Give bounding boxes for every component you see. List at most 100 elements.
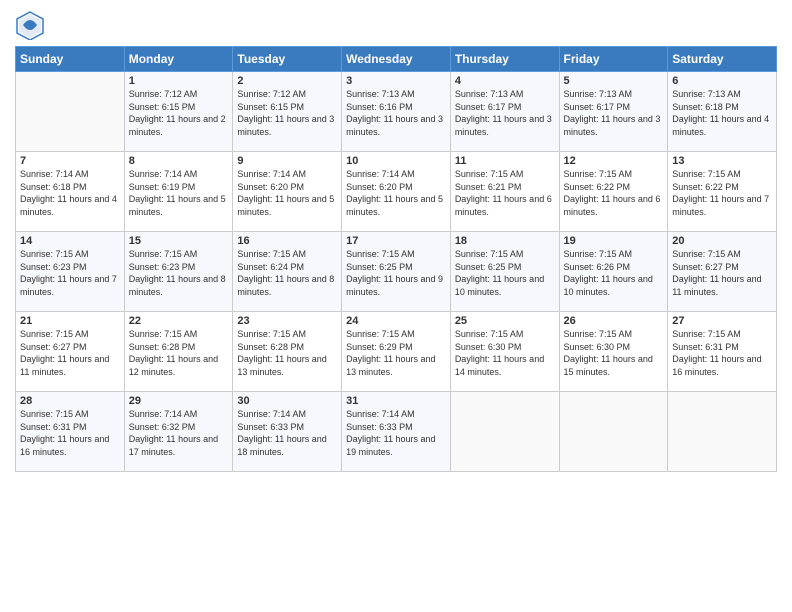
- day-info: Sunrise: 7:14 AMSunset: 6:32 PMDaylight:…: [129, 408, 229, 458]
- calendar-week-row: 21Sunrise: 7:15 AMSunset: 6:27 PMDayligh…: [16, 312, 777, 392]
- calendar-cell: 18Sunrise: 7:15 AMSunset: 6:25 PMDayligh…: [450, 232, 559, 312]
- calendar-cell: 15Sunrise: 7:15 AMSunset: 6:23 PMDayligh…: [124, 232, 233, 312]
- calendar-cell: 1Sunrise: 7:12 AMSunset: 6:15 PMDaylight…: [124, 72, 233, 152]
- day-info: Sunrise: 7:15 AMSunset: 6:28 PMDaylight:…: [129, 328, 229, 378]
- calendar-cell: 16Sunrise: 7:15 AMSunset: 6:24 PMDayligh…: [233, 232, 342, 312]
- day-info: Sunrise: 7:12 AMSunset: 6:15 PMDaylight:…: [237, 88, 337, 138]
- weekday-header: Monday: [124, 47, 233, 72]
- day-number: 10: [346, 155, 446, 167]
- day-info: Sunrise: 7:14 AMSunset: 6:33 PMDaylight:…: [237, 408, 337, 458]
- header: [15, 10, 777, 40]
- day-number: 3: [346, 75, 446, 87]
- day-info: Sunrise: 7:14 AMSunset: 6:20 PMDaylight:…: [237, 168, 337, 218]
- calendar-cell: 20Sunrise: 7:15 AMSunset: 6:27 PMDayligh…: [668, 232, 777, 312]
- weekday-header: Thursday: [450, 47, 559, 72]
- day-info: Sunrise: 7:15 AMSunset: 6:27 PMDaylight:…: [20, 328, 120, 378]
- day-number: 12: [564, 155, 664, 167]
- calendar-table: SundayMondayTuesdayWednesdayThursdayFrid…: [15, 46, 777, 472]
- calendar-body: 1Sunrise: 7:12 AMSunset: 6:15 PMDaylight…: [16, 72, 777, 472]
- day-info: Sunrise: 7:15 AMSunset: 6:22 PMDaylight:…: [672, 168, 772, 218]
- day-info: Sunrise: 7:15 AMSunset: 6:23 PMDaylight:…: [20, 248, 120, 298]
- day-info: Sunrise: 7:14 AMSunset: 6:18 PMDaylight:…: [20, 168, 120, 218]
- calendar-header: SundayMondayTuesdayWednesdayThursdayFrid…: [16, 47, 777, 72]
- weekday-header: Wednesday: [342, 47, 451, 72]
- day-number: 23: [237, 315, 337, 327]
- day-info: Sunrise: 7:13 AMSunset: 6:18 PMDaylight:…: [672, 88, 772, 138]
- day-info: Sunrise: 7:15 AMSunset: 6:31 PMDaylight:…: [20, 408, 120, 458]
- day-info: Sunrise: 7:15 AMSunset: 6:31 PMDaylight:…: [672, 328, 772, 378]
- calendar-week-row: 14Sunrise: 7:15 AMSunset: 6:23 PMDayligh…: [16, 232, 777, 312]
- day-info: Sunrise: 7:15 AMSunset: 6:23 PMDaylight:…: [129, 248, 229, 298]
- day-number: 30: [237, 395, 337, 407]
- calendar-cell: 23Sunrise: 7:15 AMSunset: 6:28 PMDayligh…: [233, 312, 342, 392]
- day-number: 22: [129, 315, 229, 327]
- day-number: 25: [455, 315, 555, 327]
- day-number: 18: [455, 235, 555, 247]
- calendar-cell: 6Sunrise: 7:13 AMSunset: 6:18 PMDaylight…: [668, 72, 777, 152]
- calendar-cell: 3Sunrise: 7:13 AMSunset: 6:16 PMDaylight…: [342, 72, 451, 152]
- day-number: 19: [564, 235, 664, 247]
- day-number: 20: [672, 235, 772, 247]
- calendar-week-row: 7Sunrise: 7:14 AMSunset: 6:18 PMDaylight…: [16, 152, 777, 232]
- day-number: 24: [346, 315, 446, 327]
- day-info: Sunrise: 7:15 AMSunset: 6:22 PMDaylight:…: [564, 168, 664, 218]
- weekday-row: SundayMondayTuesdayWednesdayThursdayFrid…: [16, 47, 777, 72]
- day-info: Sunrise: 7:15 AMSunset: 6:28 PMDaylight:…: [237, 328, 337, 378]
- calendar-cell: 31Sunrise: 7:14 AMSunset: 6:33 PMDayligh…: [342, 392, 451, 472]
- day-info: Sunrise: 7:15 AMSunset: 6:21 PMDaylight:…: [455, 168, 555, 218]
- calendar-cell: 30Sunrise: 7:14 AMSunset: 6:33 PMDayligh…: [233, 392, 342, 472]
- day-number: 1: [129, 75, 229, 87]
- day-info: Sunrise: 7:14 AMSunset: 6:33 PMDaylight:…: [346, 408, 446, 458]
- calendar-cell: [16, 72, 125, 152]
- calendar-cell: 14Sunrise: 7:15 AMSunset: 6:23 PMDayligh…: [16, 232, 125, 312]
- calendar-cell: [668, 392, 777, 472]
- calendar-cell: 9Sunrise: 7:14 AMSunset: 6:20 PMDaylight…: [233, 152, 342, 232]
- day-info: Sunrise: 7:15 AMSunset: 6:25 PMDaylight:…: [346, 248, 446, 298]
- logo: [15, 10, 49, 40]
- day-number: 26: [564, 315, 664, 327]
- day-number: 4: [455, 75, 555, 87]
- day-number: 8: [129, 155, 229, 167]
- day-number: 17: [346, 235, 446, 247]
- day-info: Sunrise: 7:15 AMSunset: 6:27 PMDaylight:…: [672, 248, 772, 298]
- calendar-cell: 24Sunrise: 7:15 AMSunset: 6:29 PMDayligh…: [342, 312, 451, 392]
- calendar-cell: 19Sunrise: 7:15 AMSunset: 6:26 PMDayligh…: [559, 232, 668, 312]
- day-number: 28: [20, 395, 120, 407]
- day-info: Sunrise: 7:13 AMSunset: 6:16 PMDaylight:…: [346, 88, 446, 138]
- day-number: 27: [672, 315, 772, 327]
- day-number: 2: [237, 75, 337, 87]
- calendar-cell: 10Sunrise: 7:14 AMSunset: 6:20 PMDayligh…: [342, 152, 451, 232]
- day-info: Sunrise: 7:13 AMSunset: 6:17 PMDaylight:…: [564, 88, 664, 138]
- day-info: Sunrise: 7:15 AMSunset: 6:30 PMDaylight:…: [564, 328, 664, 378]
- day-number: 14: [20, 235, 120, 247]
- calendar-cell: 11Sunrise: 7:15 AMSunset: 6:21 PMDayligh…: [450, 152, 559, 232]
- calendar-cell: [559, 392, 668, 472]
- calendar-week-row: 1Sunrise: 7:12 AMSunset: 6:15 PMDaylight…: [16, 72, 777, 152]
- day-number: 11: [455, 155, 555, 167]
- day-number: 13: [672, 155, 772, 167]
- day-info: Sunrise: 7:14 AMSunset: 6:20 PMDaylight:…: [346, 168, 446, 218]
- calendar-cell: [450, 392, 559, 472]
- calendar-cell: 21Sunrise: 7:15 AMSunset: 6:27 PMDayligh…: [16, 312, 125, 392]
- day-number: 31: [346, 395, 446, 407]
- logo-icon: [15, 10, 45, 40]
- calendar-cell: 7Sunrise: 7:14 AMSunset: 6:18 PMDaylight…: [16, 152, 125, 232]
- calendar-cell: 26Sunrise: 7:15 AMSunset: 6:30 PMDayligh…: [559, 312, 668, 392]
- day-info: Sunrise: 7:15 AMSunset: 6:30 PMDaylight:…: [455, 328, 555, 378]
- day-info: Sunrise: 7:13 AMSunset: 6:17 PMDaylight:…: [455, 88, 555, 138]
- calendar-cell: 27Sunrise: 7:15 AMSunset: 6:31 PMDayligh…: [668, 312, 777, 392]
- day-info: Sunrise: 7:14 AMSunset: 6:19 PMDaylight:…: [129, 168, 229, 218]
- day-number: 21: [20, 315, 120, 327]
- calendar-cell: 12Sunrise: 7:15 AMSunset: 6:22 PMDayligh…: [559, 152, 668, 232]
- day-number: 16: [237, 235, 337, 247]
- calendar-cell: 8Sunrise: 7:14 AMSunset: 6:19 PMDaylight…: [124, 152, 233, 232]
- calendar-week-row: 28Sunrise: 7:15 AMSunset: 6:31 PMDayligh…: [16, 392, 777, 472]
- calendar-cell: 2Sunrise: 7:12 AMSunset: 6:15 PMDaylight…: [233, 72, 342, 152]
- weekday-header: Saturday: [668, 47, 777, 72]
- weekday-header: Sunday: [16, 47, 125, 72]
- calendar-cell: 5Sunrise: 7:13 AMSunset: 6:17 PMDaylight…: [559, 72, 668, 152]
- calendar-page: SundayMondayTuesdayWednesdayThursdayFrid…: [0, 0, 792, 612]
- calendar-cell: 22Sunrise: 7:15 AMSunset: 6:28 PMDayligh…: [124, 312, 233, 392]
- day-info: Sunrise: 7:12 AMSunset: 6:15 PMDaylight:…: [129, 88, 229, 138]
- day-number: 5: [564, 75, 664, 87]
